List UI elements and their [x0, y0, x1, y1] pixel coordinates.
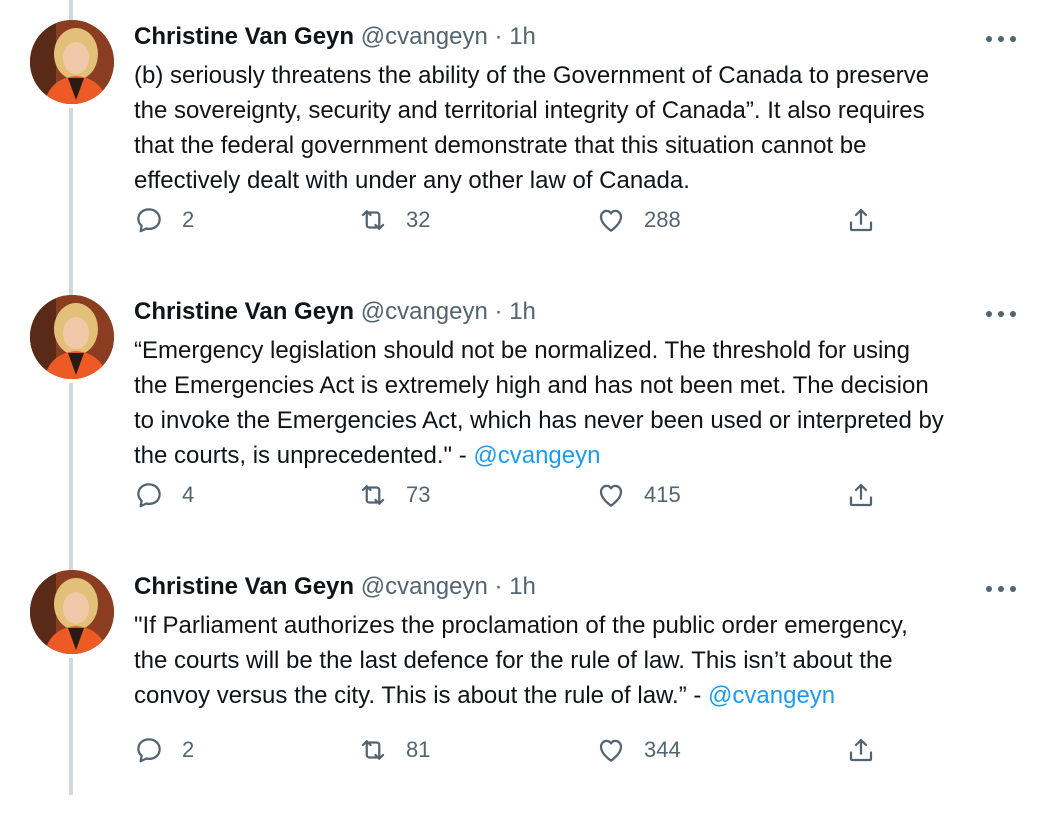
reply-button[interactable]: 4 [134, 477, 194, 513]
retweet-count: 32 [406, 207, 431, 232]
retweet-button[interactable]: 81 [358, 732, 430, 768]
share-button[interactable] [846, 732, 876, 768]
reply-icon [137, 738, 161, 763]
separator: · [494, 23, 503, 50]
tweet-header: Christine Van Geyn @cvangeyn · 1h [134, 297, 536, 327]
reply-count: 4 [182, 482, 195, 507]
tweet-header: Christine Van Geyn @cvangeyn · 1h [134, 22, 536, 52]
mention-link[interactable]: @cvangeyn [708, 682, 835, 709]
tweet-text-segment: convoy versus the city. This is about th… [134, 682, 709, 709]
tweet-text-line: the sovereignty, security and territoria… [134, 97, 925, 124]
tweet-text: (b) seriously threatens the ability of t… [134, 58, 1034, 198]
tweet-text-line: (b) seriously threatens the ability of t… [134, 62, 930, 89]
tweet-actions: 4 73 415 [0, 477, 1047, 513]
tweet-actions: 2 81 344 [0, 732, 1047, 768]
author-name[interactable]: Christine Van Geyn [134, 23, 354, 50]
tweet[interactable]: Christine Van Geyn @cvangeyn · 1h (b) se… [0, 0, 1047, 275]
share-button[interactable] [846, 477, 876, 513]
tweet-header: Christine Van Geyn @cvangeyn · 1h [134, 572, 536, 602]
tweet-text-line: the courts will be the last defence for … [134, 647, 893, 674]
retweet-button[interactable]: 32 [358, 202, 430, 238]
timestamp[interactable]: 1h [509, 298, 536, 325]
avatar[interactable] [30, 570, 114, 654]
author-name[interactable]: Christine Van Geyn [134, 298, 354, 325]
share-icon [849, 738, 873, 762]
avatar[interactable] [30, 295, 114, 379]
like-button[interactable]: 344 [596, 732, 681, 768]
retweet-icon [361, 485, 385, 505]
share-icon [849, 483, 873, 507]
tweet-text-line: the courts, is unprecedented." - @cvange… [134, 438, 1034, 473]
like-count: 288 [644, 207, 681, 232]
tweet-text-line: the Emergencies Act is extremely high an… [134, 372, 929, 399]
tweet[interactable]: Christine Van Geyn @cvangeyn · 1h "If Pa… [0, 550, 1047, 825]
heart-icon [599, 739, 623, 762]
like-button[interactable]: 415 [596, 477, 681, 513]
tweet-text-line: to invoke the Emergencies Act, which has… [134, 407, 944, 434]
more-icon[interactable] [984, 584, 1018, 594]
tweet-text: "If Parliament authorizes the proclamati… [134, 608, 1034, 713]
tweet-text-line: convoy versus the city. This is about th… [134, 678, 1034, 713]
reply-button[interactable]: 2 [134, 202, 194, 238]
like-button[interactable]: 288 [596, 202, 681, 238]
retweet-count: 73 [406, 482, 431, 507]
avatar[interactable] [30, 20, 114, 104]
share-icon [849, 208, 873, 232]
retweet-button[interactable]: 73 [358, 477, 430, 513]
reply-count: 2 [182, 737, 195, 762]
tweet-text-segment: the courts, is unprecedented." - [134, 442, 474, 469]
author-handle[interactable]: @cvangeyn [361, 298, 488, 325]
separator: · [494, 573, 503, 600]
author-handle[interactable]: @cvangeyn [361, 23, 488, 50]
tweet-actions: 2 32 288 [0, 202, 1047, 238]
retweet-icon [361, 740, 385, 760]
author-name[interactable]: Christine Van Geyn [134, 573, 354, 600]
tweet-text: “Emergency legislation should not be nor… [134, 333, 1034, 473]
timestamp[interactable]: 1h [509, 573, 536, 600]
share-button[interactable] [846, 202, 876, 238]
tweet-text-line: that the federal government demonstrate … [134, 132, 867, 159]
reply-icon [137, 208, 161, 233]
retweet-count: 81 [406, 737, 431, 762]
retweet-icon [361, 210, 385, 230]
more-icon[interactable] [984, 34, 1018, 44]
mention-link[interactable]: @cvangeyn [473, 442, 600, 469]
tweet-text-line: “Emergency legislation should not be nor… [134, 337, 910, 364]
separator: · [494, 298, 503, 325]
reply-count: 2 [182, 207, 195, 232]
timestamp[interactable]: 1h [509, 23, 536, 50]
like-count: 415 [644, 482, 681, 507]
heart-icon [599, 484, 623, 507]
heart-icon [599, 209, 623, 232]
author-handle[interactable]: @cvangeyn [361, 573, 488, 600]
like-count: 344 [644, 737, 681, 762]
avatar-image [30, 295, 114, 379]
avatar-image [30, 570, 114, 654]
tweet-text-line: "If Parliament authorizes the proclamati… [134, 612, 908, 639]
reply-icon [137, 483, 161, 508]
tweet-text-line: effectively dealt with under any other l… [134, 167, 690, 194]
avatar-image [30, 20, 114, 104]
reply-button[interactable]: 2 [134, 732, 194, 768]
tweet[interactable]: Christine Van Geyn @cvangeyn · 1h “Emerg… [0, 275, 1047, 550]
more-icon[interactable] [984, 309, 1018, 319]
